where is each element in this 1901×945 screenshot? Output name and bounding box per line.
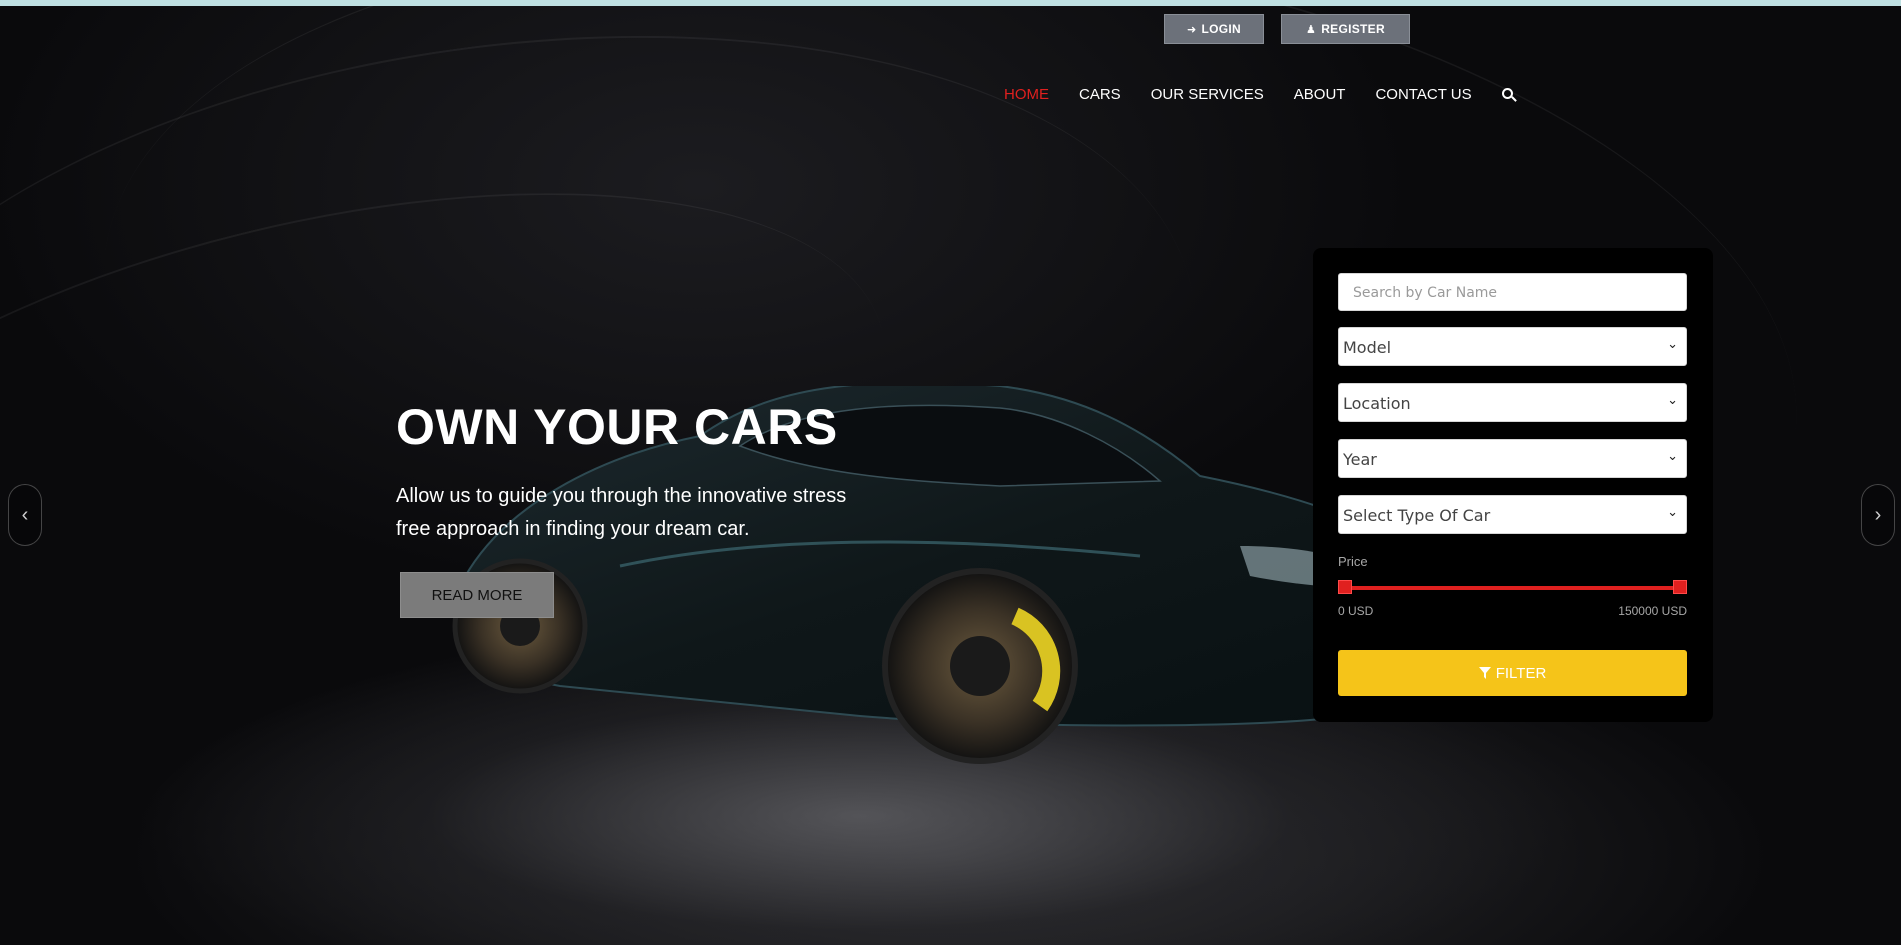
register-button[interactable]: ♟ REGISTER [1281,14,1410,44]
read-more-button[interactable]: READ MORE [400,572,554,618]
hero-banner: ‹ › OWN YOUR CARS Allow us to guide you … [0,6,1901,945]
hero-subtitle: Allow us to guide you through the innova… [396,485,847,540]
car-name-search-input[interactable]: Search by Car Name [1338,273,1687,311]
year-select[interactable]: Year ⌄ [1338,439,1687,478]
funnel-icon [1478,667,1491,679]
model-select-value: Model [1343,338,1392,357]
chevron-down-icon: ⌄ [1667,393,1678,408]
car-filter-panel: Search by Car Name Model ⌄ Location ⌄ Ye… [1313,248,1713,722]
login-label: LOGIN [1201,22,1242,36]
hero-title: OWN YOUR CARS [396,399,838,455]
chevron-right-icon: › [1874,503,1882,526]
car-type-select-value: Select Type Of Car [1343,506,1491,525]
search-icon-handle [1510,95,1517,102]
chevron-down-icon: ⌄ [1667,337,1678,352]
nav-home[interactable]: HOME [1004,86,1049,103]
price-min-value: 0 USD [1338,604,1374,618]
login-button[interactable]: ➜ LOGIN [1164,14,1264,44]
model-select[interactable]: Model ⌄ [1338,327,1687,366]
filter-button[interactable]: FILTER [1338,650,1687,696]
price-label: Price [1338,554,1368,569]
slider-prev-button[interactable]: ‹ [8,484,42,546]
chevron-left-icon: ‹ [21,503,29,526]
filter-button-label: FILTER [1495,664,1547,682]
sign-in-icon: ➜ [1186,23,1197,36]
price-max-value: 150000 USD [1618,604,1687,618]
price-max-handle[interactable] [1673,580,1687,594]
location-select-value: Location [1343,394,1411,413]
location-select[interactable]: Location ⌄ [1338,383,1687,422]
nav-contact-us[interactable]: CONTACT US [1375,86,1471,103]
slider-next-button[interactable]: › [1861,484,1895,546]
year-select-value: Year [1343,450,1377,469]
price-range-track[interactable] [1338,586,1687,590]
register-label: REGISTER [1321,22,1385,36]
search-placeholder: Search by Car Name [1353,285,1498,301]
main-nav: HOME CARS OUR SERVICES ABOUT CONTACT US [1004,86,1517,103]
nav-about[interactable]: ABOUT [1294,86,1346,103]
price-min-handle[interactable] [1338,580,1352,594]
chevron-down-icon: ⌄ [1667,449,1678,464]
car-type-select[interactable]: Select Type Of Car ⌄ [1338,495,1687,534]
chevron-down-icon: ⌄ [1667,505,1678,520]
search-icon[interactable] [1501,87,1517,102]
nav-our-services[interactable]: OUR SERVICES [1151,86,1264,103]
nav-cars[interactable]: CARS [1079,86,1121,103]
user-plus-icon: ♟ [1306,23,1317,36]
